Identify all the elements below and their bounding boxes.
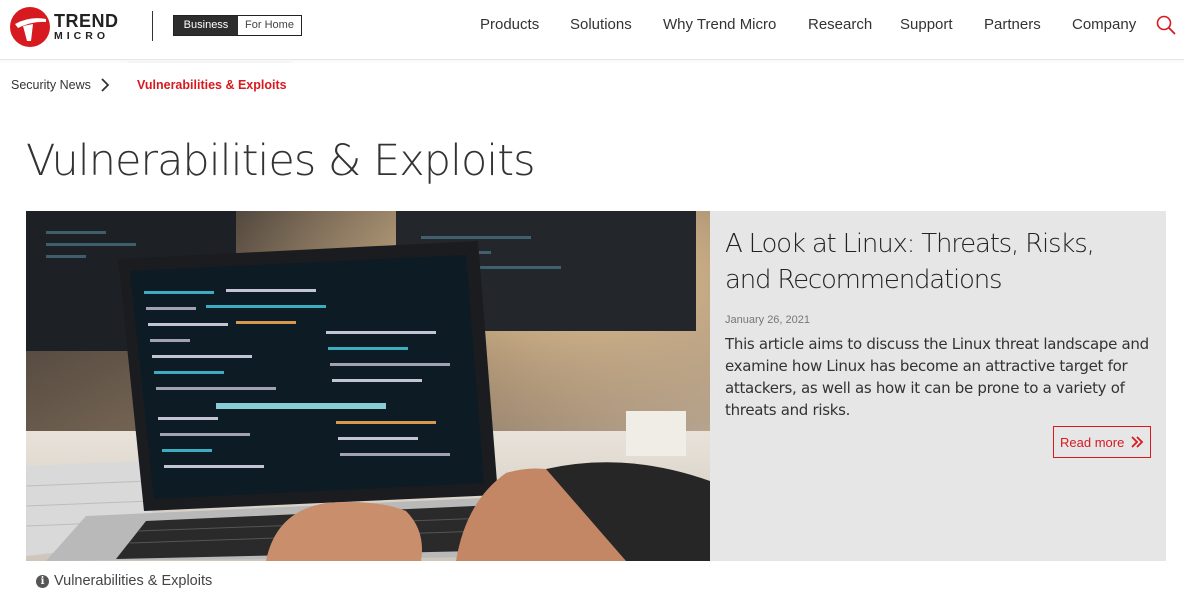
nav-item-products[interactable]: Products [480, 16, 539, 33]
logo-wordmark: TREND MICRO [54, 12, 119, 42]
breadcrumb-security-news[interactable]: Security News [11, 78, 91, 92]
nav-item-partners[interactable]: Partners [984, 16, 1041, 33]
image-caption-text: Vulnerabilities & Exploits [54, 573, 213, 589]
featured-article-panel: A Look at Linux: Threats, Risks, and Rec… [710, 211, 1166, 561]
search-icon[interactable] [1155, 14, 1177, 36]
nav-item-why-trend-micro[interactable]: Why Trend Micro [663, 16, 776, 33]
nav-item-research[interactable]: Research [808, 16, 872, 33]
featured-article-image[interactable] [26, 211, 710, 561]
image-caption: i Vulnerabilities & Exploits [36, 573, 212, 589]
for-home-toggle-button[interactable]: For Home [238, 16, 301, 35]
double-chevron-right-icon [1131, 436, 1144, 448]
chevron-right-icon [99, 77, 111, 93]
featured-article-title[interactable]: A Look at Linux: Threats, Risks, and Rec… [725, 226, 1145, 298]
logo-ball-icon [10, 7, 50, 47]
nav-item-support[interactable]: Support [900, 16, 953, 33]
logo-word-micro: MICRO [54, 30, 109, 43]
featured-article-date: January 26, 2021 [725, 314, 811, 326]
featured-article-description: This article aims to discuss the Linux t… [725, 335, 1149, 419]
audience-toggle: Business For Home [173, 15, 302, 36]
header-divider [152, 11, 153, 41]
nav-item-solutions[interactable]: Solutions [570, 16, 632, 33]
trend-micro-logo[interactable]: TREND MICRO [10, 6, 132, 48]
read-more-button[interactable]: Read more [1053, 426, 1151, 458]
read-more-label: Read more [1060, 434, 1125, 450]
page-title: Vulnerabilities & Exploits [26, 136, 535, 186]
business-toggle-button[interactable]: Business [174, 16, 238, 35]
nav-item-company[interactable]: Company [1072, 16, 1136, 33]
site-header: TREND MICRO Business For Home Products S… [0, 0, 1184, 60]
breadcrumb: Security News Vulnerabilities & Exploits [0, 61, 1184, 111]
logo-word-trend: TREND [54, 11, 119, 32]
breadcrumb-vulnerabilities-exploits[interactable]: Vulnerabilities & Exploits [137, 78, 287, 92]
info-icon: i [36, 574, 49, 588]
featured-article: A Look at Linux: Threats, Risks, and Rec… [26, 211, 1166, 561]
